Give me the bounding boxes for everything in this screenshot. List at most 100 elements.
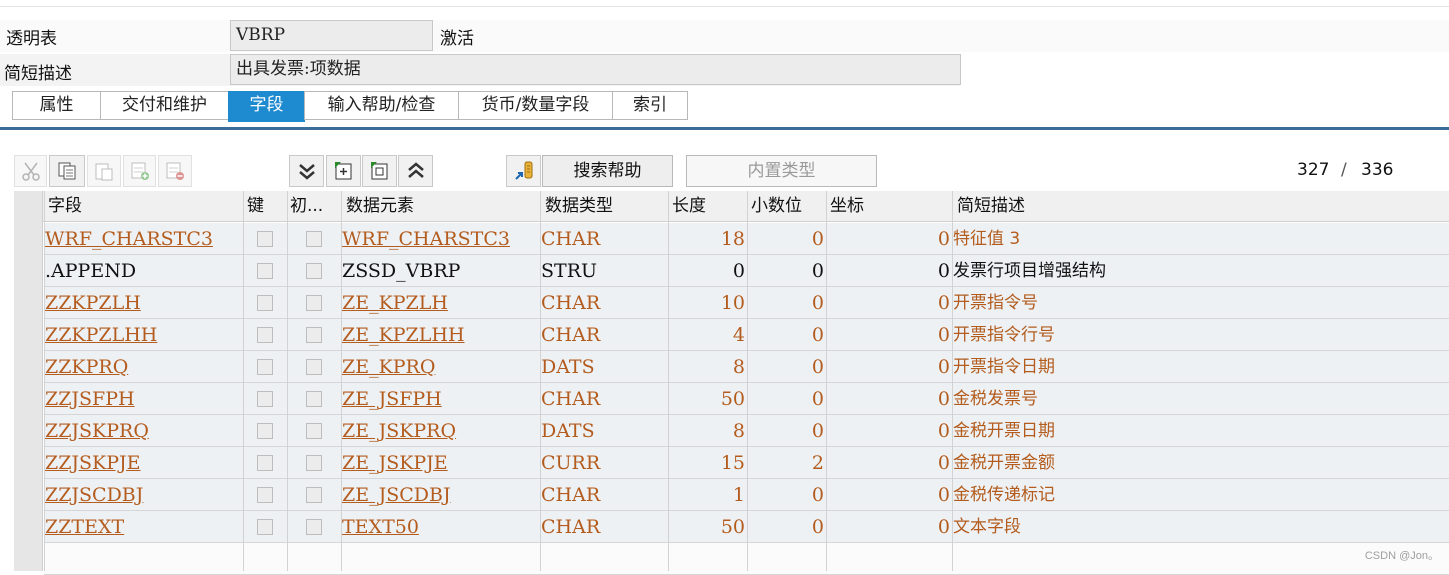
- tab-input-help[interactable]: 输入帮助/检查: [304, 91, 459, 120]
- collapse-icon: [370, 162, 387, 180]
- length-cell: 18: [720, 228, 745, 250]
- coordinate-cell: 0: [937, 388, 950, 410]
- initial-checkbox[interactable]: [306, 455, 322, 471]
- initial-checkbox[interactable]: [306, 391, 322, 407]
- col-header-decimals[interactable]: 小数位: [751, 191, 823, 222]
- field-name-cell[interactable]: ZZJSKPRQ: [45, 415, 240, 447]
- decimals-cell: 0: [811, 484, 824, 506]
- col-header-coordinate[interactable]: 坐标: [830, 191, 950, 222]
- initial-checkbox[interactable]: [306, 487, 322, 503]
- paste-icon: [95, 163, 113, 181]
- header-row-1: [0, 20, 1449, 52]
- tab-delivery-maintenance[interactable]: 交付和维护: [100, 91, 229, 120]
- column-separator: [243, 191, 244, 571]
- key-checkbox[interactable]: [257, 391, 273, 407]
- length-cell: 50: [720, 516, 745, 538]
- tab-attributes[interactable]: 属性: [12, 91, 101, 120]
- data-element-cell[interactable]: ZE_KPZLHH: [342, 319, 537, 351]
- key-checkbox[interactable]: [257, 455, 273, 471]
- initial-checkbox[interactable]: [306, 519, 322, 535]
- decimals-cell: 0: [811, 356, 824, 378]
- field-name-cell[interactable]: ZZJSFPH: [45, 383, 240, 415]
- table-name-field[interactable]: VBRP: [230, 20, 433, 51]
- expand-button[interactable]: [326, 155, 361, 187]
- paste-button[interactable]: [87, 155, 121, 187]
- col-header-field[interactable]: 字段: [48, 191, 238, 222]
- short-desc-label: 简短描述: [4, 64, 72, 84]
- coordinate-cell: 0: [937, 356, 950, 378]
- tab-label: 索引: [633, 95, 667, 115]
- key-checkbox[interactable]: [257, 231, 273, 247]
- search-help-icon: [514, 161, 532, 180]
- data-element-cell[interactable]: ZE_KPZLH: [342, 287, 537, 319]
- scroll-bottom-button[interactable]: [289, 155, 324, 187]
- col-header-initial[interactable]: 初...: [290, 191, 338, 222]
- data-element-cell[interactable]: ZE_JSKPJE: [342, 447, 537, 479]
- cut-button[interactable]: [14, 155, 47, 187]
- data-element-cell[interactable]: ZE_JSKPRQ: [342, 415, 537, 447]
- initial-checkbox[interactable]: [306, 231, 322, 247]
- key-checkbox[interactable]: [257, 519, 273, 535]
- short-desc-cell: 发票行项目增强结构: [953, 261, 1106, 281]
- short-desc-field[interactable]: 出具发票:项数据: [230, 54, 961, 85]
- initial-checkbox[interactable]: [306, 295, 322, 311]
- col-header-data-type[interactable]: 数据类型: [545, 191, 665, 222]
- decimals-cell: 2: [811, 452, 824, 474]
- field-name-cell[interactable]: .APPEND: [45, 255, 240, 287]
- search-help-button[interactable]: 搜索帮助: [542, 155, 673, 187]
- field-name-cell[interactable]: ZZKPZLHH: [45, 319, 240, 351]
- field-name-cell[interactable]: ZZKPRQ: [45, 351, 240, 383]
- field-name-cell[interactable]: ZZTEXT: [45, 511, 240, 543]
- field-name-cell[interactable]: ZZKPZLH: [45, 287, 240, 319]
- search-help-icon-button[interactable]: [506, 155, 541, 187]
- col-header-data-element[interactable]: 数据元素: [346, 191, 536, 222]
- column-separator: [540, 191, 541, 571]
- field-name-cell[interactable]: ZZJSKPJE: [45, 447, 240, 479]
- decimals-cell: 0: [811, 228, 824, 250]
- builtin-type-button[interactable]: 内置类型: [686, 155, 877, 187]
- key-checkbox[interactable]: [257, 327, 273, 343]
- delete-row-button[interactable]: [158, 155, 192, 187]
- insert-row-button[interactable]: [123, 155, 156, 187]
- length-cell: 50: [720, 388, 745, 410]
- scroll-top-button[interactable]: [398, 155, 433, 187]
- decimals-cell: 0: [811, 420, 824, 442]
- col-header-key[interactable]: 键: [247, 191, 283, 222]
- key-checkbox[interactable]: [257, 423, 273, 439]
- col-header-short-desc[interactable]: 简短描述: [957, 191, 1157, 222]
- data-element-cell[interactable]: ZE_JSFPH: [342, 383, 537, 415]
- data-element-cell[interactable]: ZSSD_VBRP: [342, 255, 537, 287]
- key-checkbox[interactable]: [257, 295, 273, 311]
- decimals-cell: 0: [811, 388, 824, 410]
- key-checkbox[interactable]: [257, 263, 273, 279]
- initial-checkbox[interactable]: [306, 359, 322, 375]
- short-desc-cell: 开票指令号: [953, 293, 1038, 313]
- key-checkbox[interactable]: [257, 487, 273, 503]
- insert-row-icon: [131, 162, 149, 180]
- collapse-button[interactable]: [362, 155, 397, 187]
- tab-indexes[interactable]: 索引: [612, 91, 688, 120]
- initial-checkbox[interactable]: [306, 327, 322, 343]
- copy-button[interactable]: [49, 155, 85, 187]
- data-element-cell[interactable]: WRF_CHARSTC3: [342, 223, 537, 255]
- tab-fields[interactable]: 字段: [228, 91, 305, 122]
- key-checkbox[interactable]: [257, 359, 273, 375]
- data-element-cell[interactable]: ZE_JSCDBJ: [342, 479, 537, 511]
- short-desc-cell: 开票指令行号: [953, 325, 1055, 345]
- field-name-cell[interactable]: ZZJSCDBJ: [45, 479, 240, 511]
- tab-label: 输入帮助/检查: [327, 95, 436, 115]
- tab-currency-quantity[interactable]: 货币/数量字段: [458, 91, 613, 120]
- data-type-cell: CHAR: [541, 324, 601, 346]
- data-type-cell: STRU: [541, 260, 598, 282]
- data-element-cell[interactable]: ZE_KPRQ: [342, 351, 537, 383]
- length-cell: 4: [732, 324, 745, 346]
- position-total: 336: [1361, 160, 1394, 180]
- coordinate-cell: 0: [937, 228, 950, 250]
- initial-checkbox[interactable]: [306, 263, 322, 279]
- data-type-cell: DATS: [541, 356, 595, 378]
- initial-checkbox[interactable]: [306, 423, 322, 439]
- data-element-cell[interactable]: TEXT50: [342, 511, 537, 543]
- field-name-cell[interactable]: WRF_CHARSTC3: [45, 223, 240, 255]
- col-header-length[interactable]: 长度: [672, 191, 742, 222]
- row-selector-column[interactable]: [14, 191, 43, 571]
